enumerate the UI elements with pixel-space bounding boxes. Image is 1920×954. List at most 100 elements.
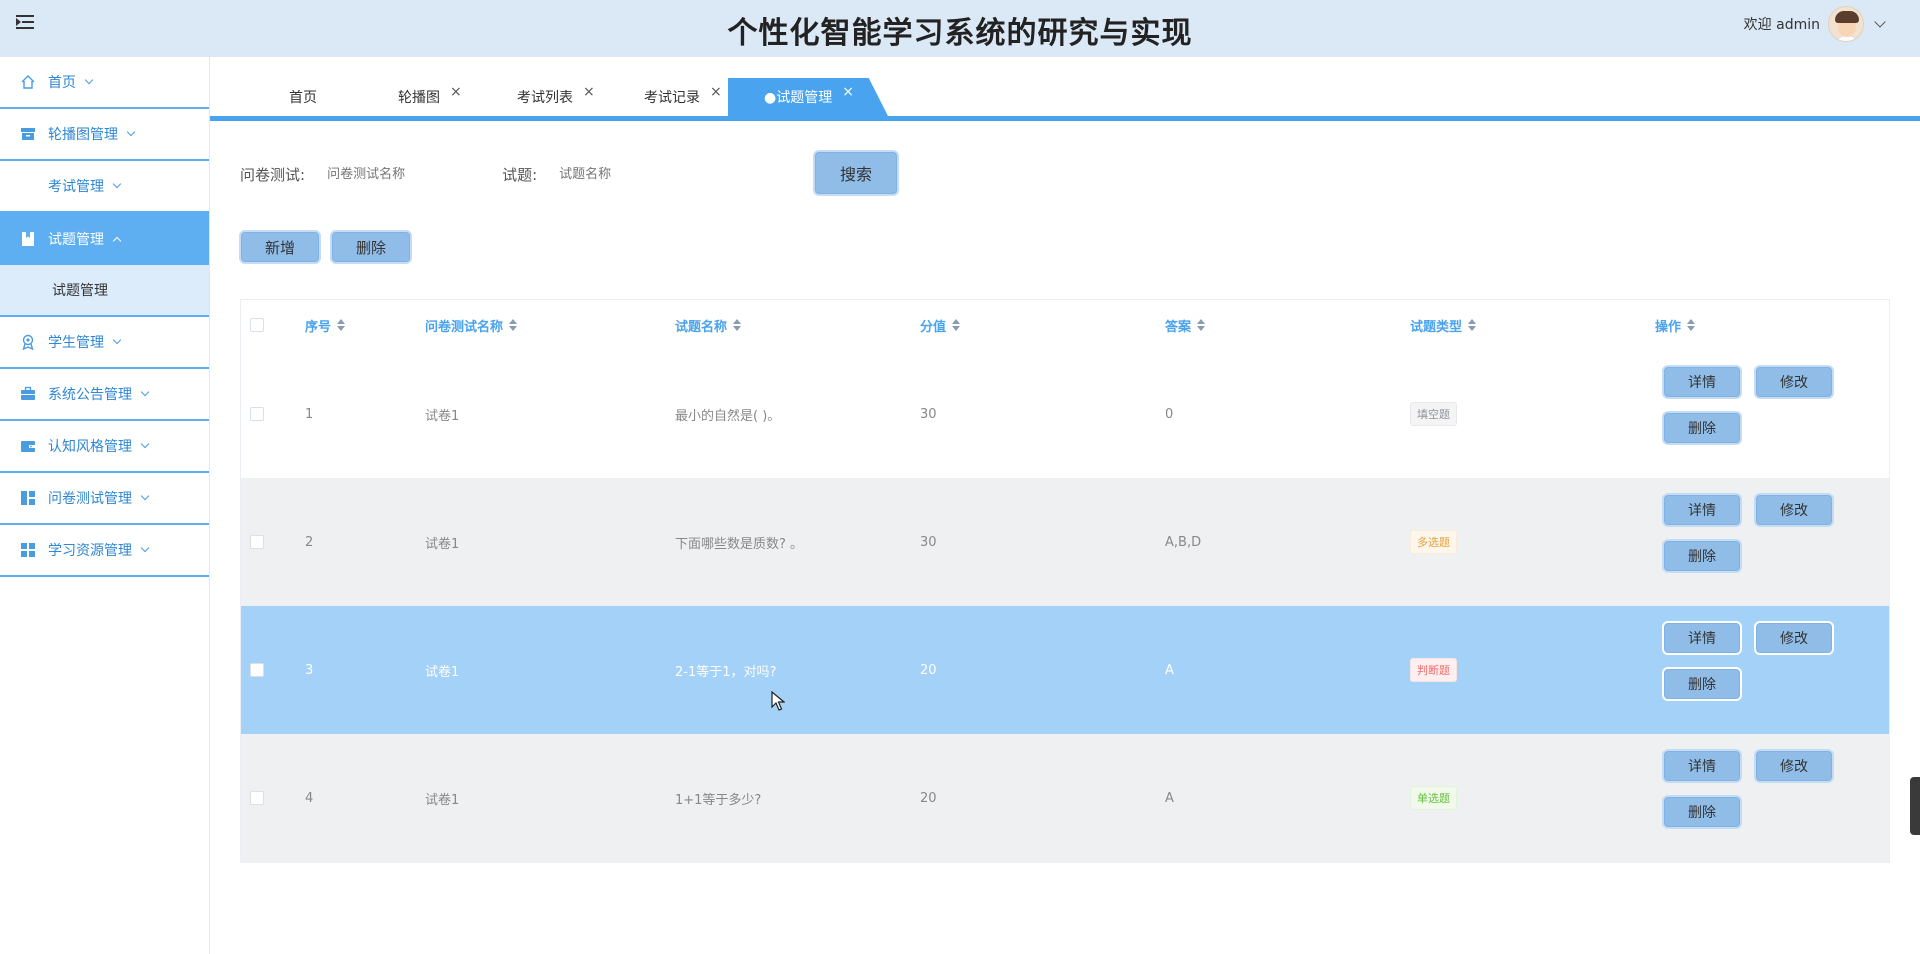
type-tag: 判断题	[1410, 658, 1457, 682]
delete-selected-button[interactable]: 删除	[332, 232, 410, 262]
cell-answer: A	[1165, 790, 1174, 806]
sort-icon[interactable]	[1197, 319, 1206, 331]
tab-label: 考试列表	[517, 90, 573, 106]
cell-type: 判断题	[1410, 606, 1457, 734]
detail-button[interactable]: 详情	[1664, 367, 1740, 397]
survey-label: 问卷测试:	[240, 165, 306, 184]
detail-button[interactable]: 详情	[1664, 623, 1740, 653]
close-icon[interactable]: ×	[842, 84, 854, 100]
tab-exam-list[interactable]: 考试列表 ×	[517, 79, 595, 115]
avatar[interactable]	[1828, 6, 1864, 42]
welcome-text: 欢迎 admin	[1743, 17, 1820, 33]
table-row[interactable]: 1 试卷1 最小的自然是( )。 30 0 填空题 详情 修改 删除	[241, 350, 1889, 478]
sort-icon[interactable]	[1687, 319, 1696, 331]
question-label: 试题:	[502, 165, 538, 184]
col-paper[interactable]: 问卷测试名称	[425, 300, 518, 350]
sidebar-item-survey[interactable]: 问卷测试管理	[0, 473, 209, 525]
award-icon	[22, 334, 34, 350]
mouse-cursor-icon	[771, 691, 785, 711]
sidebar: 首页 轮播图管理 考试管理 试题管理 试题管理 学生管理 系统公告管理 认知风格…	[0, 57, 210, 954]
select-all-checkbox[interactable]	[250, 300, 264, 350]
search-button[interactable]: 搜索	[815, 152, 897, 194]
close-icon[interactable]: ×	[450, 84, 462, 100]
tab-exam-records[interactable]: 考试记录 ×	[644, 79, 722, 115]
detail-button[interactable]: 详情	[1664, 495, 1740, 525]
edit-button[interactable]: 修改	[1756, 623, 1832, 653]
delete-button[interactable]: 删除	[1664, 541, 1740, 571]
row-checkbox[interactable]	[250, 478, 264, 606]
cell-no: 1	[305, 406, 314, 422]
survey-name-input[interactable]	[327, 166, 503, 182]
col-score[interactable]: 分值	[920, 300, 961, 350]
table-row[interactable]: 3 试卷1 2-1等于1，对吗? 20 A 判断题 详情 修改 删除	[241, 606, 1889, 734]
side-widget-handle[interactable]	[1910, 777, 1920, 835]
sidebar-item-exam[interactable]: 考试管理	[0, 161, 209, 213]
tab-carousel[interactable]: 轮播图 ×	[398, 79, 462, 115]
col-answer[interactable]: 答案	[1165, 300, 1206, 350]
archive-icon	[21, 128, 35, 140]
sidebar-item-label: 学生管理	[48, 335, 104, 351]
sidebar-item-questions[interactable]: 试题管理	[0, 213, 209, 265]
tab-questions[interactable]: ●试题管理 ×	[728, 78, 888, 116]
cell-answer: A	[1165, 662, 1174, 678]
questions-table: 序号 问卷测试名称 试题名称 分值 答案 试题类型 操作 1 试卷1 最小的自然…	[240, 299, 1890, 863]
sidebar-item-label: 考试管理	[48, 179, 104, 195]
edit-button[interactable]: 修改	[1756, 367, 1832, 397]
add-button[interactable]: 新增	[241, 232, 319, 262]
close-icon[interactable]: ×	[583, 84, 595, 100]
cell-type: 单选题	[1410, 734, 1457, 862]
row-checkbox[interactable]	[250, 606, 264, 734]
cell-score: 20	[920, 790, 937, 806]
delete-button[interactable]: 删除	[1664, 413, 1740, 443]
dashboard-icon	[21, 491, 35, 505]
question-name-input[interactable]	[559, 166, 735, 182]
sidebar-item-students[interactable]: 学生管理	[0, 317, 209, 369]
delete-button[interactable]: 删除	[1664, 669, 1740, 699]
chevron-down-icon[interactable]	[1874, 15, 1886, 28]
edit-button[interactable]: 修改	[1756, 751, 1832, 781]
type-tag: 多选题	[1410, 530, 1457, 554]
sort-icon[interactable]	[733, 319, 742, 331]
sort-icon[interactable]	[952, 319, 961, 331]
cell-no: 3	[305, 662, 314, 678]
cell-score: 30	[920, 534, 937, 550]
delete-button[interactable]: 删除	[1664, 797, 1740, 827]
col-question[interactable]: 试题名称	[675, 300, 742, 350]
cell-answer: A,B,D	[1165, 534, 1202, 550]
row-checkbox[interactable]	[250, 734, 264, 862]
table-row[interactable]: 4 试卷1 1+1等于多少? 20 A 单选题 详情 修改 删除	[241, 734, 1889, 862]
sidebar-subitem-questions[interactable]: 试题管理	[0, 265, 209, 317]
sidebar-item-carousel[interactable]: 轮播图管理	[0, 109, 209, 161]
bookmark-icon	[22, 232, 34, 246]
sidebar-item-announcements[interactable]: 系统公告管理	[0, 369, 209, 421]
tab-home[interactable]: 首页	[289, 79, 317, 115]
chevron-down-icon	[84, 75, 94, 85]
sort-icon[interactable]	[1468, 319, 1477, 331]
top-bar: 个性化智能学习系统的研究与实现 欢迎 admin	[0, 0, 1920, 57]
sort-icon[interactable]	[337, 319, 346, 331]
chevron-down-icon	[140, 491, 150, 501]
sort-icon[interactable]	[509, 319, 518, 331]
type-tag: 填空题	[1410, 402, 1457, 426]
tab-label: 考试记录	[644, 90, 700, 106]
sidebar-item-resources[interactable]: 学习资源管理	[0, 525, 209, 577]
edit-button[interactable]: 修改	[1756, 495, 1832, 525]
cell-paper: 试卷1	[425, 792, 460, 808]
close-icon[interactable]: ×	[710, 84, 722, 100]
home-icon	[21, 75, 35, 89]
sidebar-item-cognitive[interactable]: 认知风格管理	[0, 421, 209, 473]
col-no[interactable]: 序号	[305, 300, 346, 350]
cell-score: 30	[920, 406, 937, 422]
detail-button[interactable]: 详情	[1664, 751, 1740, 781]
sidebar-item-label: 试题管理	[48, 232, 104, 248]
chevron-down-icon	[140, 543, 150, 553]
col-type[interactable]: 试题类型	[1410, 300, 1477, 350]
sidebar-item-home[interactable]: 首页	[0, 57, 209, 109]
sidebar-item-label: 轮播图管理	[48, 127, 118, 143]
table-row[interactable]: 2 试卷1 下面哪些数是质数? 。 30 A,B,D 多选题 详情 修改 删除	[241, 478, 1889, 606]
cell-type: 多选题	[1410, 478, 1457, 606]
row-checkbox[interactable]	[250, 350, 264, 478]
user-menu[interactable]: 欢迎 admin	[1743, 6, 1886, 42]
cell-no: 4	[305, 790, 314, 806]
col-ops[interactable]: 操作	[1655, 300, 1696, 350]
